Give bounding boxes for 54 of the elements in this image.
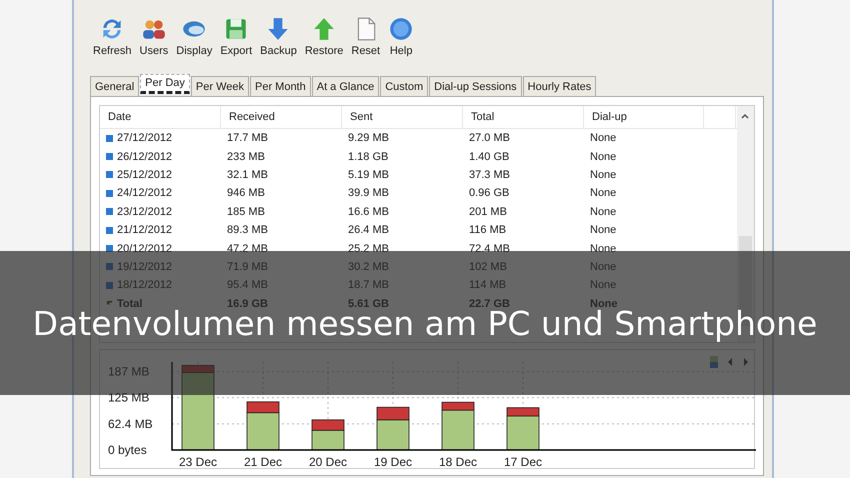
table-cell: 116 MB <box>469 224 506 236</box>
table-cell: None <box>590 187 616 200</box>
table-cell: 30.2 MB <box>348 260 389 273</box>
table-cell: 9.29 MB <box>348 132 389 144</box>
table-cell: 21/12/2012 <box>117 224 172 236</box>
table-cell: 27.0 MB <box>469 132 510 144</box>
table-cell: None <box>590 279 616 292</box>
table-cell: None <box>590 260 616 273</box>
table-cell: 24/12/2012 <box>117 187 172 200</box>
axis-label: 21 Dec <box>244 455 282 469</box>
table-cell: 1.40 GB <box>469 150 510 163</box>
table-cell: 17.7 MB <box>227 132 268 144</box>
table-cell: 23/12/2012 <box>117 206 172 218</box>
table-cell: 25/12/2012 <box>117 168 172 181</box>
table-cell: 39.9 MB <box>348 187 389 200</box>
axis-label: 18 Dec <box>438 455 478 469</box>
table-cell: 1.18 GB <box>348 150 388 163</box>
table-cell: 0.96 GB <box>469 187 510 200</box>
axis-label: 62.4 MB <box>108 416 153 431</box>
axis-label: 125 MB <box>108 390 150 405</box>
table-cell: 32.1 MB <box>227 168 268 181</box>
table-cell: 71.9 MB <box>227 260 268 273</box>
table-cell: 16.6 MB <box>348 206 389 218</box>
table-cell: None <box>590 168 616 181</box>
axis-label: 17 Dec <box>504 455 542 469</box>
table-cell: 26.4 MB <box>348 224 389 236</box>
table-cell: 19/12/2012 <box>117 260 172 273</box>
table-cell: 185 MB <box>227 206 265 218</box>
table-cell: 233 MB <box>227 150 265 163</box>
table-cell: 5.61 GB <box>348 298 389 310</box>
table-cell: 102 MB <box>469 260 507 273</box>
table-cell: None <box>590 224 616 236</box>
table-cell: 5.19 MB <box>348 168 389 181</box>
table-cell: 946 MB <box>227 187 265 200</box>
table-cell: 18.7 MB <box>348 279 389 292</box>
axis-label: 20 Dec <box>308 455 348 469</box>
axis-label: 187 MB <box>108 364 150 379</box>
table-cell: 89.3 MB <box>227 224 268 236</box>
table-cell: 16.9 GB <box>227 298 268 310</box>
table-cell: 37.3 MB <box>469 168 510 181</box>
axis-label: 19 Dec <box>374 455 412 469</box>
axis-label: 0 bytes <box>108 443 147 457</box>
axis-label: 23 Dec <box>178 455 218 469</box>
table-cell: 27/12/2012 <box>117 132 172 144</box>
table-cell: 114 MB <box>469 279 506 292</box>
table-cell: 95.4 MB <box>227 279 268 292</box>
table-cell: None <box>590 132 616 144</box>
table-cell: 201 MB <box>469 206 507 218</box>
table-cell: 26/12/2012 <box>117 150 172 163</box>
table-cell: None <box>590 298 618 310</box>
table-cell: 18/12/2012 <box>117 279 172 292</box>
table-cell: 22.7 GB <box>469 298 510 310</box>
table-cell: None <box>590 206 616 218</box>
table-cell: None <box>590 150 616 163</box>
